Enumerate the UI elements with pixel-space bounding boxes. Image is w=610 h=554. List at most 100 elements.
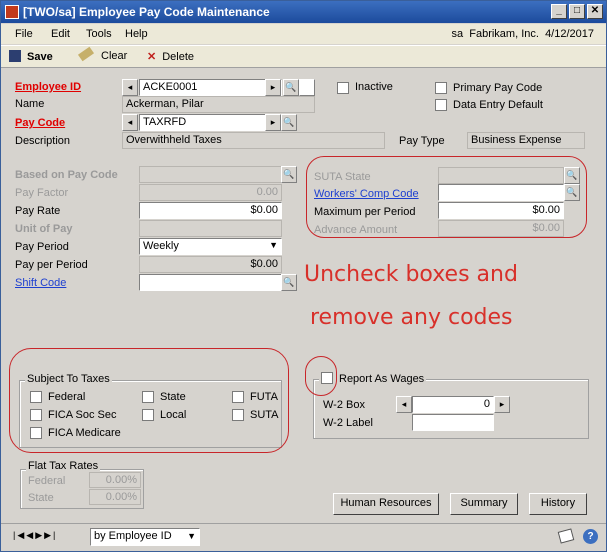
workers-comp-code-field[interactable] bbox=[438, 184, 564, 201]
status-bar: |◀◀▶▶| by Employee ID ▼ ? bbox=[1, 523, 606, 551]
pay-code-field[interactable]: TAXRFD bbox=[139, 114, 267, 131]
flat-tax-rates-title: Flat Tax Rates bbox=[26, 460, 101, 472]
suta-state-label: SUTA State bbox=[314, 171, 371, 183]
record-navigation: |◀◀▶▶| bbox=[13, 530, 57, 541]
flat-tax-federal-label: Federal bbox=[28, 475, 66, 487]
employee-note-button[interactable] bbox=[299, 79, 315, 96]
pay-period-dropdown[interactable]: Weekly ▼ bbox=[139, 238, 282, 255]
federal-tax-label: Federal bbox=[48, 391, 86, 403]
chevron-down-icon: ▼ bbox=[269, 240, 278, 250]
data-entry-default-checkbox[interactable] bbox=[435, 99, 447, 111]
shift-code-link[interactable]: Shift Code bbox=[15, 277, 66, 289]
save-button[interactable]: Save bbox=[9, 50, 53, 63]
next-record-icon[interactable]: ▶ bbox=[35, 530, 44, 540]
primary-pay-code-label: Primary Pay Code bbox=[453, 82, 543, 94]
primary-pay-code-checkbox[interactable] bbox=[435, 82, 447, 94]
employee-id-field[interactable]: ACKE0001 bbox=[139, 79, 282, 96]
maximize-button[interactable]: □ bbox=[569, 4, 585, 19]
close-button[interactable]: ✕ bbox=[587, 4, 603, 19]
workers-comp-lookup-button[interactable]: 🔍 bbox=[564, 184, 580, 201]
first-record-icon[interactable]: |◀ bbox=[13, 530, 26, 540]
futa-checkbox[interactable] bbox=[232, 391, 244, 403]
employee-id-label[interactable]: Employee ID bbox=[15, 81, 81, 93]
suta-state-lookup-button: 🔍 bbox=[564, 167, 580, 184]
w2-box-decrement[interactable]: ◂ bbox=[396, 396, 412, 413]
sort-by-value: by Employee ID bbox=[94, 530, 172, 542]
menu-help[interactable]: Help bbox=[125, 28, 148, 40]
fica-soc-sec-checkbox[interactable] bbox=[30, 409, 42, 421]
max-per-period-label: Maximum per Period bbox=[314, 206, 416, 218]
next-employee-button[interactable]: ▸ bbox=[265, 79, 281, 96]
human-resources-button[interactable]: Human Resources bbox=[333, 493, 439, 515]
description-label: Description bbox=[15, 135, 71, 147]
summary-button[interactable]: Summary bbox=[450, 493, 518, 515]
local-tax-label: Local bbox=[160, 409, 187, 421]
federal-tax-checkbox[interactable] bbox=[30, 391, 42, 403]
fica-soc-sec-label: FICA Soc Sec bbox=[48, 409, 117, 421]
local-tax-checkbox[interactable] bbox=[142, 409, 154, 421]
menu-tools[interactable]: Tools bbox=[86, 28, 112, 40]
session-info: sa Fabrikam, Inc. 4/12/2017 bbox=[452, 28, 595, 40]
delete-button[interactable]: ✕ Delete bbox=[147, 50, 194, 63]
w2-box-increment[interactable]: ▸ bbox=[494, 396, 510, 413]
magnifier-icon: 🔍 bbox=[283, 117, 295, 127]
suta-label: SUTA bbox=[250, 409, 279, 421]
magnifier-icon: 🔍 bbox=[283, 169, 295, 179]
sort-by-dropdown[interactable]: by Employee ID ▼ bbox=[90, 528, 200, 546]
last-record-icon[interactable]: ▶| bbox=[44, 530, 57, 540]
based-on-pay-code-label: Based on Pay Code bbox=[15, 169, 118, 181]
pay-rate-field[interactable]: $0.00 bbox=[139, 202, 282, 219]
fica-medicare-checkbox[interactable] bbox=[30, 427, 42, 439]
description-field: Overwithheld Taxes bbox=[122, 132, 385, 149]
based-on-pay-code-field bbox=[139, 166, 282, 183]
inactive-checkbox[interactable] bbox=[337, 82, 349, 94]
note-icon[interactable] bbox=[557, 528, 575, 544]
previous-record-icon[interactable]: ◀ bbox=[26, 530, 35, 540]
shift-code-field[interactable] bbox=[139, 274, 282, 291]
first-employee-button[interactable]: ◂ bbox=[122, 79, 138, 96]
futa-label: FUTA bbox=[250, 391, 278, 403]
menu-edit[interactable]: Edit bbox=[51, 28, 70, 40]
suta-checkbox[interactable] bbox=[232, 409, 244, 421]
chevron-down-icon: ▼ bbox=[187, 531, 196, 541]
pay-code-lookup-button[interactable]: 🔍 bbox=[281, 114, 297, 131]
menu-file[interactable]: File bbox=[15, 28, 33, 40]
app-icon bbox=[5, 5, 19, 19]
w2-box-label: W-2 Box bbox=[323, 399, 365, 411]
menu-bar: File Edit Tools Help sa Fabrikam, Inc. 4… bbox=[1, 24, 606, 44]
toolbar: Save Clear ✕ Delete bbox=[1, 45, 606, 68]
pay-factor-label: Pay Factor bbox=[15, 187, 69, 199]
employee-lookup-button[interactable]: 🔍 bbox=[283, 79, 299, 96]
max-per-period-field[interactable]: $0.00 bbox=[438, 202, 564, 219]
name-field: Ackerman, Pilar bbox=[122, 96, 315, 113]
inactive-label: Inactive bbox=[355, 81, 393, 93]
report-as-wages-checkbox[interactable] bbox=[321, 372, 333, 384]
save-icon bbox=[9, 50, 21, 62]
unit-of-pay-field bbox=[139, 220, 282, 237]
user-name: sa bbox=[451, 28, 464, 40]
advance-amount-label: Advance Amount bbox=[314, 224, 398, 236]
help-icon[interactable]: ? bbox=[583, 529, 598, 544]
subject-to-taxes-title: Subject To Taxes bbox=[25, 373, 112, 385]
pay-per-period-label: Pay per Period bbox=[15, 259, 88, 271]
first-pay-code-button[interactable]: ◂ bbox=[122, 114, 138, 131]
workers-comp-code-link[interactable]: Workers' Comp Code bbox=[314, 188, 419, 200]
title-bar: [TWO/sa] Employee Pay Code Maintenance _… bbox=[1, 1, 606, 23]
state-tax-checkbox[interactable] bbox=[142, 391, 154, 403]
w2-label-field[interactable] bbox=[412, 414, 494, 431]
magnifier-icon: 🔍 bbox=[285, 82, 297, 92]
flat-tax-state-label: State bbox=[28, 492, 54, 504]
shift-code-lookup-button[interactable]: 🔍 bbox=[281, 274, 297, 291]
clear-button[interactable]: Clear bbox=[77, 46, 127, 62]
next-pay-code-button[interactable]: ▸ bbox=[265, 114, 281, 131]
pay-code-label[interactable]: Pay Code bbox=[15, 117, 65, 129]
company-name: Fabrikam, Inc. bbox=[469, 28, 539, 40]
minimize-button[interactable]: _ bbox=[551, 4, 567, 19]
pay-period-label: Pay Period bbox=[15, 241, 69, 253]
w2-box-field[interactable]: 0 bbox=[412, 396, 494, 413]
window-title: [TWO/sa] Employee Pay Code Maintenance bbox=[23, 5, 270, 19]
data-entry-default-label: Data Entry Default bbox=[453, 99, 543, 111]
delete-icon: ✕ bbox=[147, 51, 157, 63]
advance-amount-field: $0.00 bbox=[438, 220, 564, 237]
history-button[interactable]: History bbox=[529, 493, 587, 515]
